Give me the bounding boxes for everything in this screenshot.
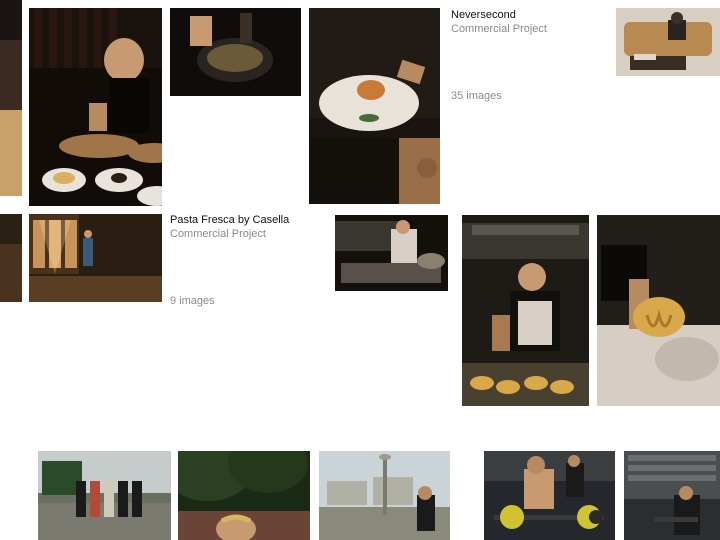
gallery-thumb[interactable] [178,451,310,540]
project-image-count: 9 images [170,294,330,308]
gallery-thumb[interactable] [335,215,448,291]
gallery-thumb[interactable] [484,451,615,540]
gallery-thumb[interactable] [616,8,720,76]
project-subtitle: Commercial Project [170,227,330,241]
gallery-thumb[interactable] [29,214,162,302]
project-title: Pasta Fresca by Casella [170,213,330,227]
project-image-count: 35 images [451,89,601,103]
gallery-thumb[interactable] [0,214,22,302]
project-subtitle: Commercial Project [451,22,601,36]
gallery-grid: Neversecond Commercial Project 35 images [0,0,720,540]
gallery-thumb[interactable] [624,451,720,540]
gallery-thumb[interactable] [38,451,171,540]
project-caption-neversecond[interactable]: Neversecond Commercial Project 35 images [451,8,601,103]
gallery-thumb[interactable] [597,215,720,406]
gallery-thumb[interactable] [29,8,162,206]
gallery-thumb[interactable] [0,0,22,196]
gallery-thumb[interactable] [462,215,589,406]
gallery-thumb[interactable] [309,8,440,204]
project-title: Neversecond [451,8,601,22]
gallery-thumb[interactable] [170,8,301,96]
gallery-thumb[interactable] [319,451,450,540]
project-caption-pasta-fresca[interactable]: Pasta Fresca by Casella Commercial Proje… [170,213,330,308]
